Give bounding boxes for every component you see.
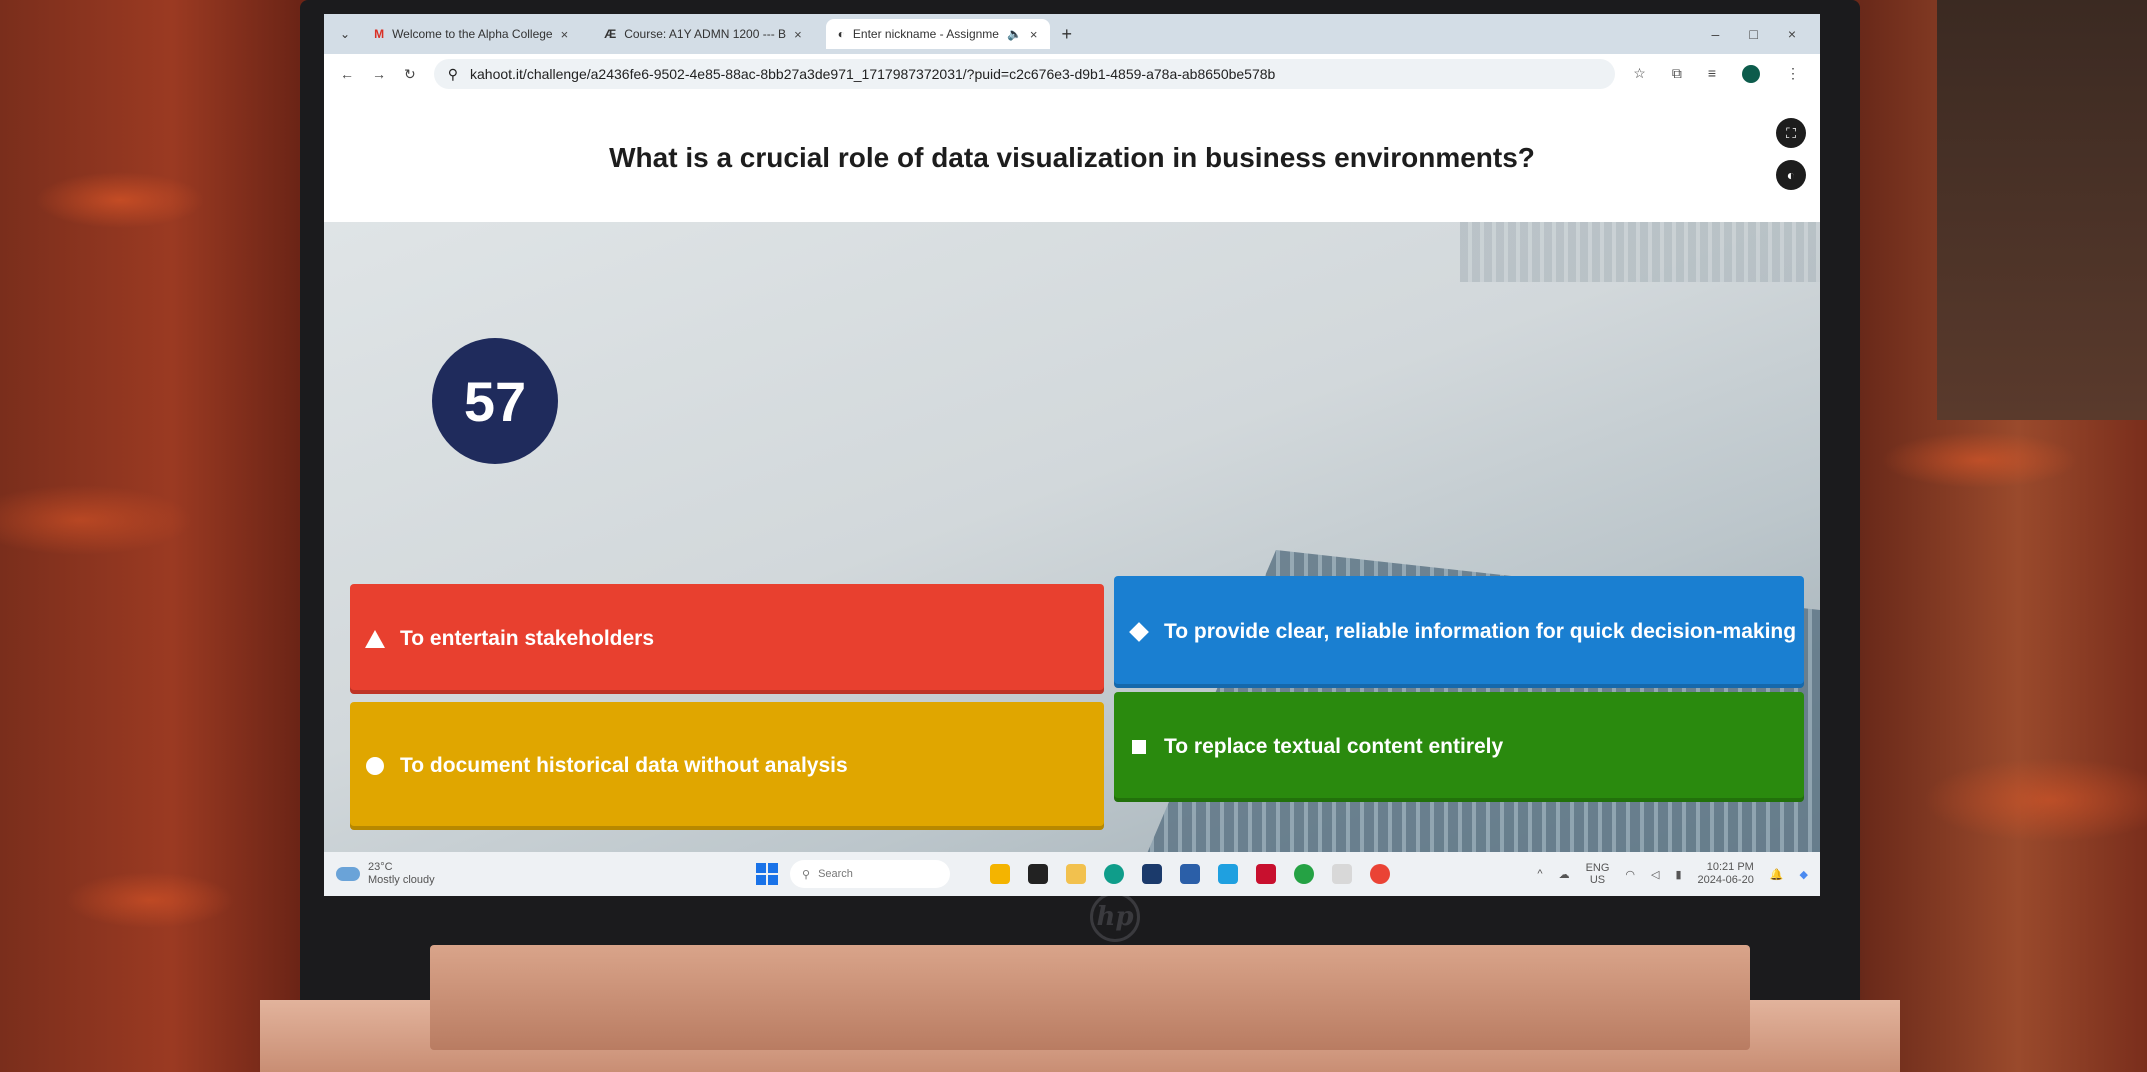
tab-close-icon[interactable]: × <box>561 27 569 42</box>
extensions-icon[interactable]: ⧉ <box>1672 65 1682 83</box>
mcafee-icon[interactable] <box>1256 864 1276 884</box>
window-controls: – □ × <box>1712 26 1820 42</box>
app-icon[interactable] <box>1218 864 1238 884</box>
clock-time: 10:21 PM <box>1706 861 1754 873</box>
edge-icon[interactable] <box>1104 864 1124 884</box>
reload-icon[interactable]: ↻ <box>404 66 416 83</box>
background-building-top <box>1460 222 1820 282</box>
laptop-hinge <box>430 945 1750 1050</box>
battery-icon[interactable]: ▮ <box>1675 868 1681 881</box>
tab-close-icon[interactable]: × <box>1030 27 1038 42</box>
tray-overflow-icon[interactable]: ^ <box>1537 868 1542 880</box>
fullscreen-icon[interactable]: ⛶ <box>1776 118 1806 148</box>
address-bar[interactable]: ⚲ kahoot.it/challenge/a2436fe6-9502-4e85… <box>433 59 1616 89</box>
forward-icon[interactable]: → <box>372 66 386 82</box>
triangle-icon <box>364 628 386 650</box>
windows-start-icon[interactable] <box>756 863 778 885</box>
weather-temperature: 23°C <box>368 861 393 873</box>
diamond-icon <box>1128 621 1150 643</box>
bookmark-star-icon[interactable]: ☆ <box>1633 65 1646 83</box>
clock[interactable]: 10:21 PM 2024-06-20 <box>1698 861 1754 887</box>
whatsapp-icon[interactable] <box>1294 864 1314 884</box>
windows-taskbar: 23°C Mostly cloudy ⚲ Search ^ ☁ ENG US ◠… <box>324 852 1820 896</box>
profile-avatar[interactable] <box>1742 65 1760 83</box>
tab-label: Enter nickname - Assignme <box>852 27 999 41</box>
language-indicator[interactable]: ENG US <box>1586 862 1610 886</box>
answer-blue-label: To provide clear, reliable information f… <box>1164 620 1797 643</box>
new-tab-icon[interactable]: + <box>1062 24 1073 45</box>
browser-tab-strip: ⌄ M Welcome to the Alpha College × Æ Cou… <box>324 14 1820 54</box>
laptop-screen: ⌄ M Welcome to the Alpha College × Æ Cou… <box>324 14 1820 896</box>
course-icon: Æ <box>604 27 617 41</box>
square-icon <box>1128 736 1150 758</box>
task-view-icon[interactable] <box>1028 864 1048 884</box>
store-icon[interactable] <box>1142 864 1162 884</box>
reading-list-icon[interactable]: ≡ <box>1708 65 1716 83</box>
copilot-icon[interactable]: ◆ <box>1800 868 1808 881</box>
question-text: What is a crucial role of data visualiza… <box>609 142 1535 173</box>
answer-green-label: To replace textual content entirely <box>1164 735 1504 758</box>
question-header: What is a crucial role of data visualiza… <box>324 94 1820 222</box>
taskbar-search[interactable]: ⚲ Search <box>790 860 950 888</box>
maximize-icon[interactable]: □ <box>1749 26 1757 42</box>
cloud-sync-icon[interactable]: ☁ <box>1559 868 1570 881</box>
search-placeholder: Search <box>818 868 853 880</box>
background-wall <box>1937 0 2147 420</box>
countdown-timer: 57 <box>432 338 558 464</box>
back-icon[interactable]: ← <box>340 66 354 82</box>
kahoot-app-icon[interactable] <box>1332 864 1352 884</box>
minimize-icon[interactable]: – <box>1712 26 1720 42</box>
answer-yellow-button[interactable]: To document historical data without anal… <box>350 702 1104 830</box>
answer-yellow-label: To document historical data without anal… <box>400 754 848 777</box>
system-tray: ^ ☁ ENG US ◠ ◁ ▮ 10:21 PM 2024-06-20 🔔 ◆ <box>1537 861 1808 887</box>
tab-kahoot[interactable]: ◐ Enter nickname - Assignme 🔈 × <box>825 19 1050 49</box>
tab-label: Welcome to the Alpha College <box>392 27 553 41</box>
file-explorer-icon[interactable] <box>1066 864 1086 884</box>
kahoot-icon: ◐ <box>837 27 845 41</box>
weather-widget[interactable]: 23°C Mostly cloudy <box>336 861 756 887</box>
close-window-icon[interactable]: × <box>1788 26 1796 42</box>
sound-toggle-icon[interactable]: ◐ <box>1776 160 1806 190</box>
toolbar-actions: ☆ ⧉ ≡ ⋮ <box>1633 65 1820 83</box>
weather-condition: Mostly cloudy <box>368 874 435 886</box>
taskbar-apps <box>990 864 1390 884</box>
url-text: kahoot.it/challenge/a2436fe6-9502-4e85-8… <box>470 66 1276 82</box>
answer-green-button[interactable]: To replace textual content entirely <box>1114 692 1804 802</box>
answer-red-label: To entertain stakeholders <box>400 627 655 650</box>
mydlink-icon[interactable] <box>1180 864 1200 884</box>
answer-red-button[interactable]: To entertain stakeholders <box>350 584 1104 694</box>
tab-course[interactable]: Æ Course: A1Y ADMN 1200 --- B × <box>592 19 813 49</box>
tab-search-chevron-icon[interactable]: ⌄ <box>340 27 350 41</box>
chrome-icon[interactable] <box>1370 864 1390 884</box>
cloud-icon <box>336 867 360 881</box>
region-code: US <box>1589 874 1606 886</box>
tab-label: Course: A1Y ADMN 1200 --- B <box>624 27 787 41</box>
circle-icon <box>364 755 386 777</box>
audio-icon[interactable]: 🔈 <box>1007 27 1022 41</box>
tab-gmail[interactable]: M Welcome to the Alpha College × <box>362 19 580 49</box>
browser-toolbar: ← → ↻ ⚲ kahoot.it/challenge/a2436fe6-950… <box>324 54 1820 94</box>
tab-close-icon[interactable]: × <box>794 27 802 42</box>
clock-date: 2024-06-20 <box>1697 874 1754 886</box>
search-icon: ⚲ <box>802 868 811 881</box>
notification-bell-icon[interactable]: 🔔 <box>1770 868 1784 881</box>
site-info-icon[interactable]: ⚲ <box>448 66 458 83</box>
gmail-icon: M <box>374 27 385 41</box>
menu-kebab-icon[interactable]: ⋮ <box>1786 65 1800 83</box>
volume-icon[interactable]: ◁ <box>1651 868 1659 881</box>
wifi-icon[interactable]: ◠ <box>1625 868 1635 881</box>
language-code: ENG <box>1585 862 1610 874</box>
hp-logo-icon: hp <box>1090 892 1140 942</box>
answer-blue-button[interactable]: To provide clear, reliable information f… <box>1114 576 1804 688</box>
widgets-icon[interactable] <box>990 864 1010 884</box>
